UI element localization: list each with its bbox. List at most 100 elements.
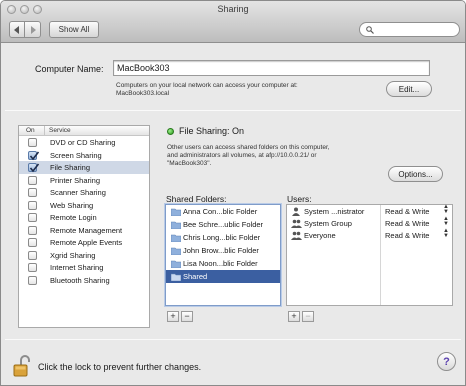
- options-button[interactable]: Options...: [388, 166, 443, 182]
- service-label: Remote Management: [50, 225, 123, 235]
- folder-icon: [170, 208, 182, 216]
- add-folder-button[interactable]: +: [167, 311, 179, 322]
- permission-select[interactable]: Read & Write: [385, 207, 429, 216]
- permission-select[interactable]: Read & Write: [385, 231, 429, 240]
- checkmark-icon: [29, 151, 40, 160]
- permission-select[interactable]: Read & Write: [385, 219, 429, 228]
- service-checkbox[interactable]: [28, 213, 37, 222]
- user-row[interactable]: System ...nistrator Read & Write ▲ ▼: [287, 204, 452, 217]
- service-checkbox[interactable]: [28, 263, 37, 272]
- lock-message: Click the lock to prevent further change…: [38, 362, 202, 372]
- user-rows: System ...nistrator Read & Write ▲ ▼ System …: [287, 204, 452, 241]
- service-row[interactable]: File Sharing: [19, 161, 149, 174]
- service-label: Internet Sharing: [50, 263, 104, 272]
- shared-folder-row[interactable]: John Brow...blic Folder: [166, 244, 280, 257]
- updown-arrows-icon[interactable]: ▲ ▼: [443, 228, 449, 239]
- search-input[interactable]: [359, 22, 460, 37]
- column-header-service[interactable]: Service: [49, 127, 71, 134]
- users-label: Users:: [287, 194, 312, 204]
- service-row[interactable]: DVD or CD Sharing: [19, 136, 149, 149]
- shared-folders-list[interactable]: Anna Con...blic Folder Bee Schre...ublic …: [165, 204, 281, 306]
- service-label: Screen Sharing: [50, 150, 102, 160]
- folder-icon: [170, 234, 182, 242]
- service-label: Printer Sharing: [50, 175, 101, 185]
- service-row[interactable]: Scanner Sharing: [19, 186, 149, 199]
- service-row[interactable]: Screen Sharing: [19, 149, 149, 162]
- service-label: Scanner Sharing: [50, 188, 106, 197]
- computer-name-field[interactable]: MacBook303: [113, 60, 430, 76]
- checkmark-icon: [29, 163, 40, 173]
- remove-user-button[interactable]: −: [302, 311, 314, 322]
- service-checkbox[interactable]: [28, 188, 37, 197]
- user-row[interactable]: Everyone Read & Write ▲ ▼: [287, 228, 452, 241]
- service-row[interactable]: Remote Apple Events: [19, 236, 149, 249]
- lock-icon[interactable]: [13, 355, 33, 377]
- shared-folders-label: Shared Folders:: [166, 194, 227, 204]
- service-checkbox[interactable]: [28, 200, 37, 210]
- service-row[interactable]: Printer Sharing: [19, 174, 149, 187]
- add-user-button[interactable]: +: [288, 311, 300, 322]
- computer-address: MacBook303.local: [116, 90, 170, 97]
- service-checkbox[interactable]: [28, 175, 37, 185]
- service-row[interactable]: Internet Sharing: [19, 261, 149, 274]
- folder-icon: [170, 221, 182, 229]
- description-line: and administrators all volumes, at afp:/…: [167, 152, 317, 159]
- file-sharing-status: File Sharing: On: [179, 126, 245, 136]
- service-row[interactable]: Web Sharing: [19, 199, 149, 212]
- divider: [5, 339, 461, 340]
- service-label: File Sharing: [50, 163, 91, 172]
- service-row[interactable]: Xgrid Sharing: [19, 249, 149, 262]
- remove-folder-button[interactable]: −: [181, 311, 193, 322]
- shared-folder-row[interactable]: Chris Long...blic Folder: [166, 231, 280, 244]
- service-checkbox[interactable]: [28, 138, 37, 147]
- service-checkbox[interactable]: [28, 250, 37, 260]
- user-name: Everyone: [304, 231, 336, 240]
- shared-folder-name: Chris Long...blic Folder: [183, 233, 261, 242]
- status-indicator-icon: [167, 128, 174, 135]
- shared-folder-name: Shared: [183, 272, 208, 281]
- service-label: Remote Apple Events: [50, 238, 123, 247]
- updown-arrows-icon[interactable]: ▲ ▼: [443, 216, 449, 227]
- service-checkbox[interactable]: [28, 163, 40, 173]
- service-label: Xgrid Sharing: [50, 250, 96, 260]
- service-label: Bluetooth Sharing: [50, 275, 110, 285]
- service-label: DVD or CD Sharing: [50, 138, 116, 147]
- service-row[interactable]: Remote Management: [19, 224, 149, 237]
- shared-folder-row[interactable]: Shared: [166, 270, 280, 283]
- service-checkbox[interactable]: [28, 275, 37, 285]
- file-sharing-description: Other users can access shared folders on…: [167, 144, 382, 168]
- service-row[interactable]: Remote Login: [19, 211, 149, 224]
- group-icon: [291, 231, 302, 240]
- service-checkbox[interactable]: [28, 150, 40, 160]
- forward-button[interactable]: [25, 21, 41, 38]
- users-list[interactable]: System ...nistrator Read & Write ▲ ▼ System …: [286, 204, 453, 306]
- service-checkbox[interactable]: [28, 225, 37, 235]
- user-row[interactable]: System Group Read & Write ▲ ▼: [287, 216, 452, 229]
- column-header-on[interactable]: On: [26, 127, 35, 134]
- service-list-header: On Service: [19, 126, 149, 136]
- shared-folder-name: Lisa Noon...blic Folder: [183, 259, 258, 268]
- window-toolbar: Sharing Show All: [1, 1, 465, 43]
- folder-icon: [170, 260, 182, 268]
- service-label: Web Sharing: [50, 200, 94, 210]
- shared-folder-row[interactable]: Bee Schre...ublic Folder: [166, 218, 280, 231]
- updown-arrows-icon[interactable]: ▲ ▼: [443, 204, 449, 215]
- service-rows: DVD or CD Sharing Screen Sharing File Shar…: [19, 136, 149, 286]
- computer-name-note-line: Computers on your local network can acce…: [116, 82, 298, 89]
- description-line: Other users can access shared folders on…: [167, 144, 330, 151]
- service-row[interactable]: Bluetooth Sharing: [19, 274, 149, 287]
- shared-folder-row[interactable]: Lisa Noon...blic Folder: [166, 257, 280, 270]
- service-list: On Service DVD or CD Sharing Screen Shari…: [18, 125, 150, 328]
- computer-name-label: Computer Name:: [35, 64, 104, 74]
- chevron-right-icon: [30, 25, 36, 34]
- help-button[interactable]: ?: [437, 352, 456, 371]
- edit-button[interactable]: Edit...: [386, 81, 432, 97]
- service-checkbox[interactable]: [28, 238, 37, 247]
- folder-icon: [170, 273, 182, 281]
- search-icon: [366, 26, 374, 34]
- back-button[interactable]: [9, 21, 25, 38]
- shared-folder-row[interactable]: Anna Con...blic Folder: [166, 205, 280, 218]
- show-all-button[interactable]: Show All: [49, 21, 99, 38]
- column-divider: [44, 126, 45, 136]
- group-icon: [291, 219, 302, 228]
